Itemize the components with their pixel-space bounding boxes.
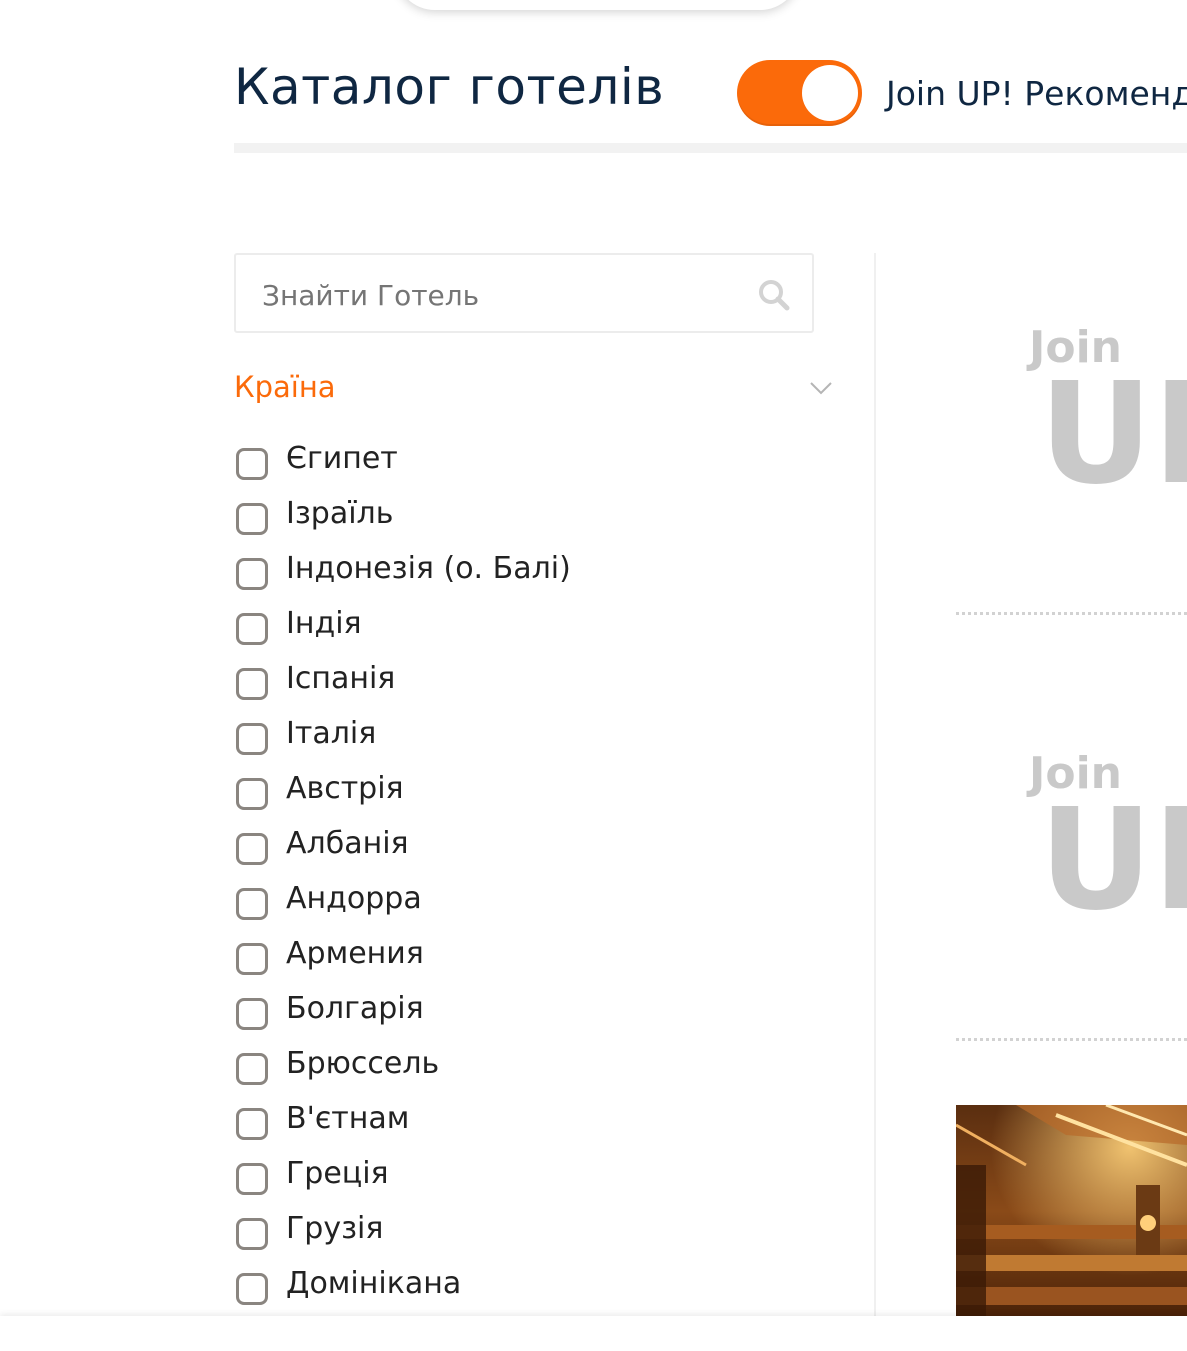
country-label: Єгипет bbox=[286, 441, 398, 476]
country-label: В'єтнам bbox=[286, 1101, 410, 1136]
chevron-down-icon[interactable] bbox=[808, 378, 834, 398]
country-checkbox[interactable] bbox=[236, 613, 268, 645]
catalog-header: Каталог готелів Join UP! Рекоменд bbox=[234, 50, 1187, 130]
sidebar-divider bbox=[874, 253, 876, 1323]
country-item[interactable]: Австрія bbox=[234, 768, 794, 823]
hotel-search-box bbox=[234, 253, 814, 333]
country-filter-header[interactable]: Країна bbox=[234, 370, 834, 410]
card-separator bbox=[956, 1038, 1187, 1041]
bottom-bar bbox=[0, 1316, 1187, 1351]
top-floating-bar bbox=[395, 0, 800, 10]
country-checkbox[interactable] bbox=[236, 448, 268, 480]
toggle-knob bbox=[802, 65, 858, 121]
country-item[interactable]: Греція bbox=[234, 1153, 794, 1208]
logo-text-up: UP bbox=[1039, 353, 1187, 500]
country-checkbox[interactable] bbox=[236, 723, 268, 755]
country-item[interactable]: В'єтнам bbox=[234, 1098, 794, 1153]
country-label: Ізраїль bbox=[286, 496, 394, 531]
country-item[interactable]: Болгарія bbox=[234, 988, 794, 1043]
country-item[interactable]: Італія bbox=[234, 713, 794, 768]
country-item[interactable]: Армения bbox=[234, 933, 794, 988]
country-item[interactable]: Іспанія bbox=[234, 658, 794, 713]
country-checkbox[interactable] bbox=[236, 1273, 268, 1305]
joinup-logo-placeholder[interactable]: Join UP bbox=[1025, 300, 1187, 500]
hotel-photo-sauna[interactable] bbox=[956, 1105, 1187, 1318]
country-checkbox[interactable] bbox=[236, 998, 268, 1030]
page-title: Каталог готелів bbox=[234, 58, 665, 116]
country-checkbox[interactable] bbox=[236, 668, 268, 700]
country-checkbox[interactable] bbox=[236, 1218, 268, 1250]
country-label: Греція bbox=[286, 1156, 389, 1191]
card-separator bbox=[956, 612, 1187, 615]
country-item[interactable]: Індія bbox=[234, 603, 794, 658]
country-item[interactable]: Албанія bbox=[234, 823, 794, 878]
country-checkbox[interactable] bbox=[236, 503, 268, 535]
country-label: Іспанія bbox=[286, 661, 396, 696]
country-label: Індія bbox=[286, 606, 362, 641]
country-label: Андорра bbox=[286, 881, 422, 916]
country-label: Домінікана bbox=[286, 1266, 462, 1301]
logo-text-up: UP bbox=[1039, 779, 1187, 926]
hotel-search-input[interactable] bbox=[260, 273, 744, 317]
country-checkbox[interactable] bbox=[236, 1108, 268, 1140]
country-checkbox[interactable] bbox=[236, 558, 268, 590]
header-divider bbox=[234, 143, 1187, 153]
country-checkbox[interactable] bbox=[236, 888, 268, 920]
recommend-toggle[interactable] bbox=[737, 60, 862, 126]
page: Каталог готелів Join UP! Рекоменд Країна… bbox=[0, 0, 1187, 1351]
country-checkbox[interactable] bbox=[236, 833, 268, 865]
country-list: Єгипет Ізраїль Індонезія (о. Балі) Індія… bbox=[234, 438, 794, 1318]
sauna-photo-image bbox=[956, 1105, 1187, 1318]
country-checkbox[interactable] bbox=[236, 1163, 268, 1195]
country-label: Австрія bbox=[286, 771, 404, 806]
country-label: Армения bbox=[286, 936, 424, 971]
country-label: Італія bbox=[286, 716, 377, 751]
country-item[interactable]: Єгипет bbox=[234, 438, 794, 493]
country-item[interactable]: Брюссель bbox=[234, 1043, 794, 1098]
search-icon[interactable] bbox=[756, 277, 792, 313]
country-checkbox[interactable] bbox=[236, 778, 268, 810]
country-item[interactable]: Андорра bbox=[234, 878, 794, 933]
country-label: Індонезія (о. Балі) bbox=[286, 551, 571, 586]
country-filter-title: Країна bbox=[234, 370, 336, 404]
country-checkbox[interactable] bbox=[236, 943, 268, 975]
country-item[interactable]: Домінікана bbox=[234, 1263, 794, 1318]
country-checkbox[interactable] bbox=[236, 1053, 268, 1085]
country-label: Брюссель bbox=[286, 1046, 440, 1081]
country-item[interactable]: Ізраїль bbox=[234, 493, 794, 548]
recommend-toggle-label: Join UP! Рекоменд bbox=[886, 74, 1187, 113]
country-label: Болгарія bbox=[286, 991, 424, 1026]
country-label: Грузія bbox=[286, 1211, 384, 1246]
joinup-logo-placeholder[interactable]: Join UP bbox=[1025, 726, 1187, 926]
country-item[interactable]: Індонезія (о. Балі) bbox=[234, 548, 794, 603]
country-label: Албанія bbox=[286, 826, 409, 861]
country-item[interactable]: Грузія bbox=[234, 1208, 794, 1263]
